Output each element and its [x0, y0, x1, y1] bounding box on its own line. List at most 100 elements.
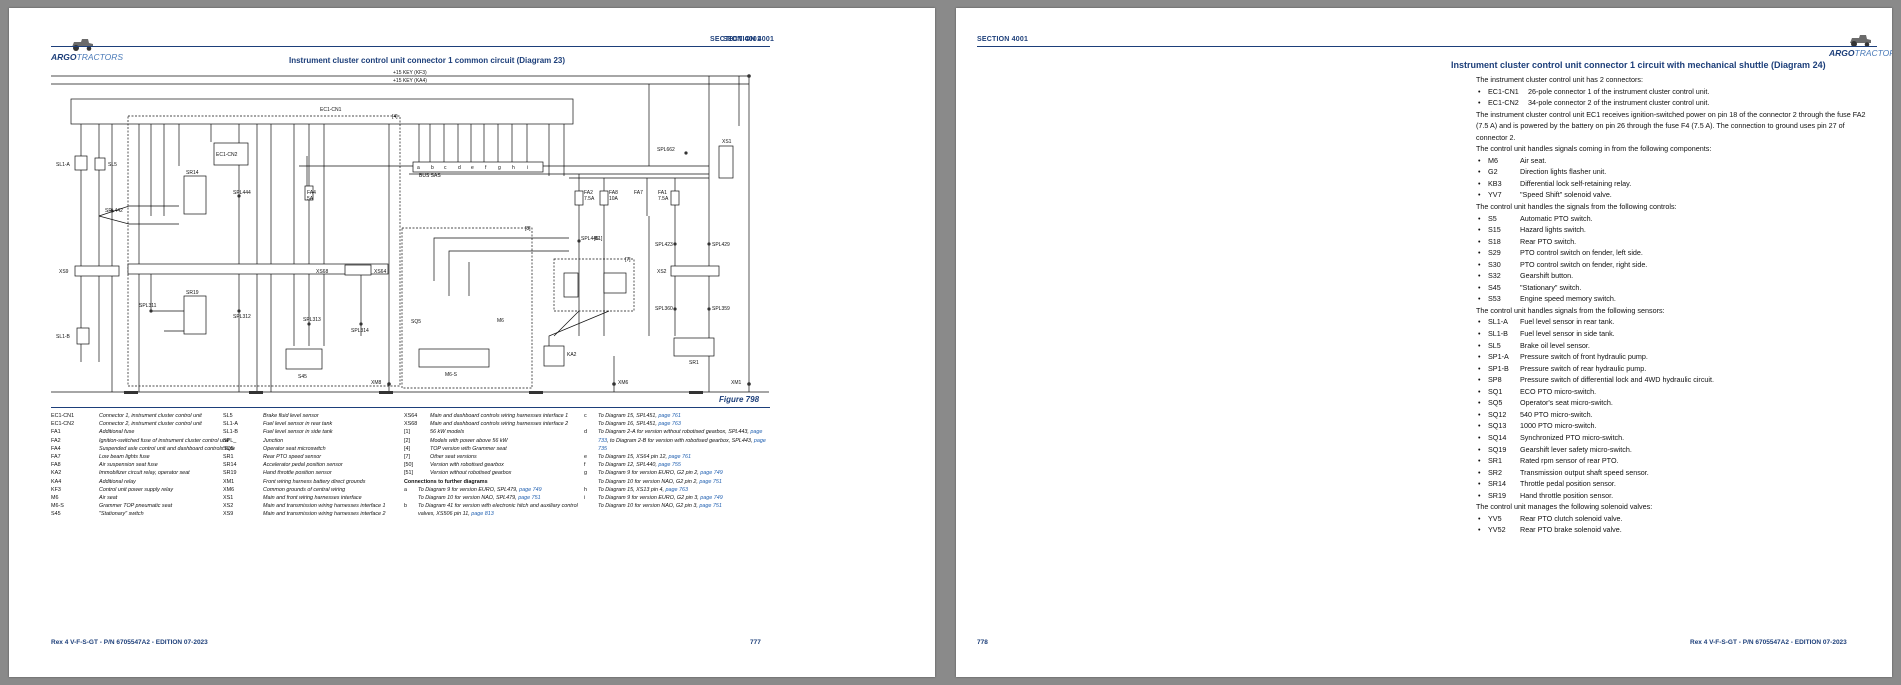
item-code: SQ5	[1488, 398, 1503, 408]
list-item: S45 "Stationary" switch.	[1476, 282, 1876, 294]
list-item: S30 PTO control switch on fender, right s…	[1476, 259, 1876, 271]
legend-value: Additional fuse	[99, 429, 135, 436]
legend-key: SL5	[223, 413, 233, 419]
connection-desc: To Diagram 16, SPL451,	[598, 421, 659, 428]
page-link[interactable]: page 749	[519, 487, 541, 493]
page-link[interactable]: page 813	[471, 511, 493, 517]
control-list: S5 Automatic PTO switch. S15 Hazard lights …	[1476, 213, 1876, 305]
list-item: S32 Gearshift button.	[1476, 270, 1876, 282]
connection-row: To Diagram 16, SPL451, page 763	[584, 420, 769, 428]
item-code: S45	[1488, 282, 1501, 292]
legend-value: Version without robotised gearbox	[430, 470, 512, 477]
footer-edition: Rex 4 V-F-S-GT - P/N 6705547A2 - EDITION…	[1690, 639, 1847, 646]
page-link[interactable]: page 761	[658, 413, 680, 419]
label-spl313: SPL313	[303, 317, 321, 323]
letter-b: b	[431, 165, 434, 171]
label-ka2: KA2	[567, 352, 577, 358]
right-page: SECTION 4001 ARGOTRACTORS Instrument clu…	[956, 8, 1892, 677]
label-sr14: SR14	[186, 170, 199, 176]
item-description: Transmission output shaft speed sensor.	[1520, 467, 1649, 477]
label-key-kf3: +15 KEY (KF3)	[393, 70, 427, 76]
list-item: SR14 Throttle pedal position sensor.	[1476, 478, 1876, 490]
legend-value: Control unit power supply relay	[99, 486, 174, 493]
logo-brand: ARGO	[1829, 48, 1855, 58]
item-code: SP1-B	[1488, 363, 1509, 373]
legend-key: [50]	[404, 462, 413, 469]
legend-value: Junction	[263, 437, 284, 444]
page-link[interactable]: page 749	[700, 470, 722, 476]
legend-row: XM6 Common grounds of central wiring	[223, 486, 386, 494]
item-code: G2	[1488, 167, 1498, 177]
item-code: S18	[1488, 236, 1501, 246]
connection-key: a	[404, 486, 407, 493]
page-link[interactable]: page 751	[699, 479, 721, 485]
connection-desc: To Diagram 10 for version NAO, G2 pin 2,	[598, 478, 700, 485]
legend-key: XS2	[223, 503, 234, 510]
connection-text: To Diagram 12, SPL440, page 755	[598, 461, 681, 469]
connection-key: d	[584, 429, 587, 436]
page-link[interactable]: page 761	[669, 454, 691, 460]
letter-h: h	[512, 165, 515, 171]
legend-row: XS1 Main and front wiring harnesses inter…	[223, 494, 386, 502]
legend-row: [2] Models with power above 56 kW	[404, 437, 584, 445]
connection-text: To Diagram 9 for version EURO, SPL479, p…	[418, 486, 542, 494]
legend-value: Main and front wiring harnesses interfac…	[263, 495, 362, 502]
list-item: SQ14 Synchronized PTO micro-switch.	[1476, 432, 1876, 444]
list-item: SQ5 Operator's seat micro-switch.	[1476, 397, 1876, 409]
legend-value: Other seat versions	[430, 454, 477, 461]
description-text: The instrument cluster control unit has …	[1476, 74, 1876, 536]
label-ref8: [8]	[525, 226, 531, 232]
list-item: SL1-B Fuel level sensor in side tank.	[1476, 328, 1876, 340]
item-code: SP1-A	[1488, 352, 1509, 362]
legend-row: XS68 Main and dashboard controls wiring h…	[404, 420, 584, 428]
page-link[interactable]: page 751	[699, 503, 721, 509]
connection-row: c To Diagram 15, SPL451, page 761	[584, 412, 769, 420]
legend-key: EC1-CN1	[51, 413, 75, 419]
connection-row: d To Diagram 2-A for version without robo…	[584, 428, 769, 453]
connection-desc: To Diagram 10 for version NAO, G2 pin 3,	[598, 503, 700, 510]
item-description: 1000 PTO micro-switch.	[1520, 421, 1597, 431]
item-code: SQ14	[1488, 432, 1507, 442]
page-link[interactable]: page 763	[658, 421, 680, 427]
item-code: S30	[1488, 259, 1501, 269]
item-code: S53	[1488, 294, 1501, 304]
legend-row: SL5 Brake fluid level sensor	[223, 412, 386, 420]
label-fa4-value: 5A	[307, 196, 314, 202]
list-item: YV52 Rear PTO brake solenoid valve.	[1476, 524, 1876, 536]
section-title: Instrument cluster control unit connecto…	[1451, 60, 1826, 70]
connection-desc: To Diagram 10 for version NAO, SPL479,	[418, 495, 519, 502]
legend-row: [51] Version without robotised gearbox	[404, 469, 584, 477]
legend-key: XM1	[223, 478, 235, 485]
legend-row: EC1-CN1 Connector 1, instrument cluster c…	[51, 412, 235, 420]
legend-row: SPL_ Junction	[223, 437, 386, 445]
label-xm6: XM6	[618, 380, 629, 386]
legend-value: Ignition-switched fuse of instrument clu…	[99, 437, 229, 444]
letter-d: d	[458, 165, 461, 171]
label-spl314: SPL314	[351, 328, 369, 334]
item-description: Fuel level sensor in side tank.	[1520, 329, 1615, 339]
legend-key: KF3	[51, 486, 61, 493]
legend-value: Operator seat microswitch	[263, 445, 326, 452]
legend-key: FA8	[51, 462, 61, 469]
logo-brand: ARGO	[51, 52, 77, 62]
legend-key: SQ5	[223, 445, 234, 452]
page-link[interactable]: page 763	[666, 487, 688, 493]
connection-key: g	[584, 470, 587, 477]
item-description: Brake oil level sensor.	[1520, 340, 1590, 350]
header-rule	[977, 46, 1877, 47]
label-spl359: SPL359	[712, 306, 730, 312]
page-link[interactable]: page 755	[658, 462, 680, 468]
connection-key	[584, 502, 598, 510]
page-link[interactable]: page 751	[518, 495, 540, 501]
legend-key: SR14	[223, 462, 237, 469]
legend-value: Low beam lights fuse	[99, 454, 150, 461]
label-sr1: SR1	[689, 360, 699, 366]
letter-a: a	[417, 165, 420, 171]
item-description: "Stationary" switch.	[1520, 282, 1582, 292]
legend-key: M6-S	[51, 503, 64, 510]
letter-e: e	[471, 165, 474, 171]
page-link[interactable]: page 749	[700, 495, 722, 501]
item-description: ECO PTO micro-switch.	[1520, 386, 1597, 396]
list-item: SL1-A Fuel level sensor in rear tank.	[1476, 316, 1876, 328]
legend-key: M6	[51, 495, 59, 502]
